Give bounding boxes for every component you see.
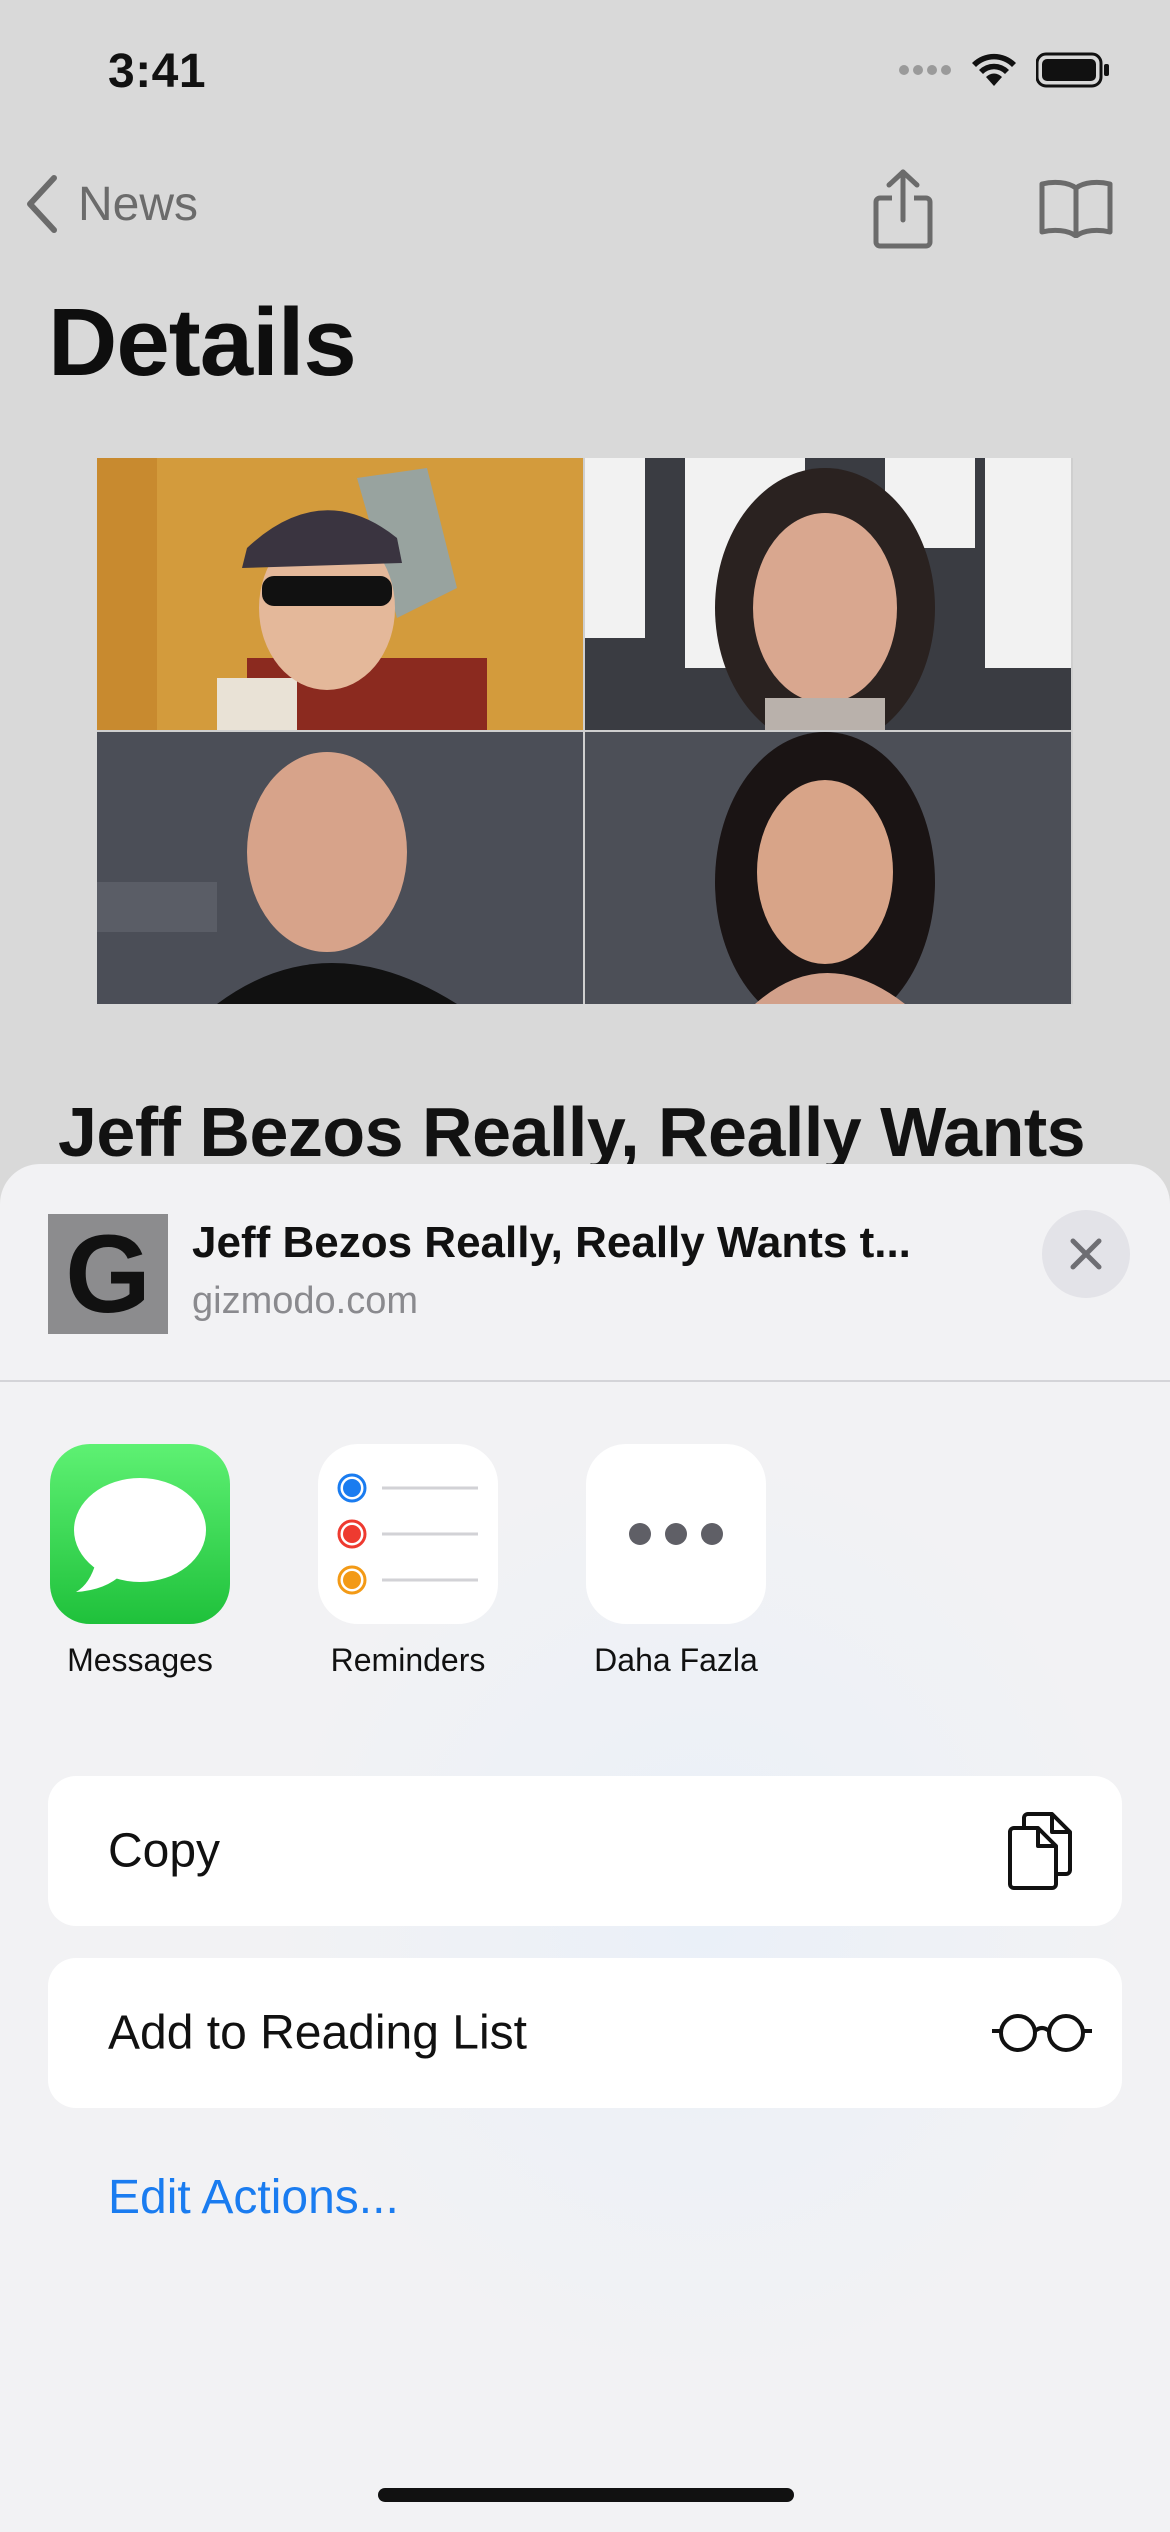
app-label: Daha Fazla xyxy=(594,1642,758,1678)
article-headline: Jeff Bezos Really, Really Wants xyxy=(58,1093,1086,1171)
close-icon xyxy=(1070,1238,1102,1270)
share-sheet-header: G Jeff Bezos Really, Really Wants t... g… xyxy=(0,1164,1170,1382)
close-button[interactable] xyxy=(1042,1210,1130,1298)
photo-bald-man xyxy=(97,732,583,1004)
messages-icon xyxy=(50,1444,230,1624)
share-item-title: Jeff Bezos Really, Really Wants t... xyxy=(192,1218,911,1267)
more-icon xyxy=(586,1444,766,1624)
home-indicator[interactable] xyxy=(378,2488,794,2502)
action-label: Add to Reading List xyxy=(108,2006,527,2060)
app-label: Messages xyxy=(67,1642,213,1678)
share-icon xyxy=(873,169,933,249)
battery-icon xyxy=(1036,52,1109,88)
glasses-icon xyxy=(992,2014,1092,2052)
bookmarks-button[interactable] xyxy=(1038,178,1114,243)
back-label: News xyxy=(78,177,199,231)
share-apps-row: Messages Reminders Daha Fazla xyxy=(0,1444,1170,1684)
navigation-bar: News xyxy=(0,160,1170,260)
app-label: Reminders xyxy=(330,1642,486,1678)
add-to-reading-list-action[interactable]: Add to Reading List xyxy=(48,1958,1122,2108)
share-app-more[interactable]: Daha Fazla xyxy=(556,1444,796,1679)
back-button[interactable]: News xyxy=(22,174,198,234)
photo-man-in-cap xyxy=(97,458,583,730)
photo-woman-dark-hair xyxy=(585,458,1071,730)
share-button[interactable] xyxy=(872,168,934,255)
copy-action[interactable]: Copy xyxy=(48,1776,1122,1926)
chevron-left-icon xyxy=(27,175,57,233)
edit-actions-link[interactable]: Edit Actions... xyxy=(108,2170,399,2225)
share-item-domain: gizmodo.com xyxy=(192,1280,418,1322)
share-app-reminders[interactable]: Reminders xyxy=(288,1444,528,1679)
book-icon xyxy=(1039,179,1113,239)
photo-woman-smiling xyxy=(585,732,1071,1004)
site-favicon-icon: G xyxy=(48,1213,168,1336)
wifi-icon xyxy=(972,53,1016,86)
status-icons xyxy=(898,52,1110,88)
copy-icon xyxy=(1008,1812,1072,1890)
status-time: 3:41 xyxy=(108,45,207,98)
article-image-collage xyxy=(97,458,1073,1004)
reminders-icon xyxy=(318,1444,498,1624)
status-bar: 3:41 xyxy=(0,0,1170,140)
share-app-messages[interactable]: Messages xyxy=(20,1444,260,1679)
cellular-signal-icon xyxy=(899,65,951,75)
page-title: Details xyxy=(48,289,357,396)
action-label: Copy xyxy=(108,1824,221,1878)
share-sheet: G Jeff Bezos Really, Really Wants t... g… xyxy=(0,1164,1170,2532)
